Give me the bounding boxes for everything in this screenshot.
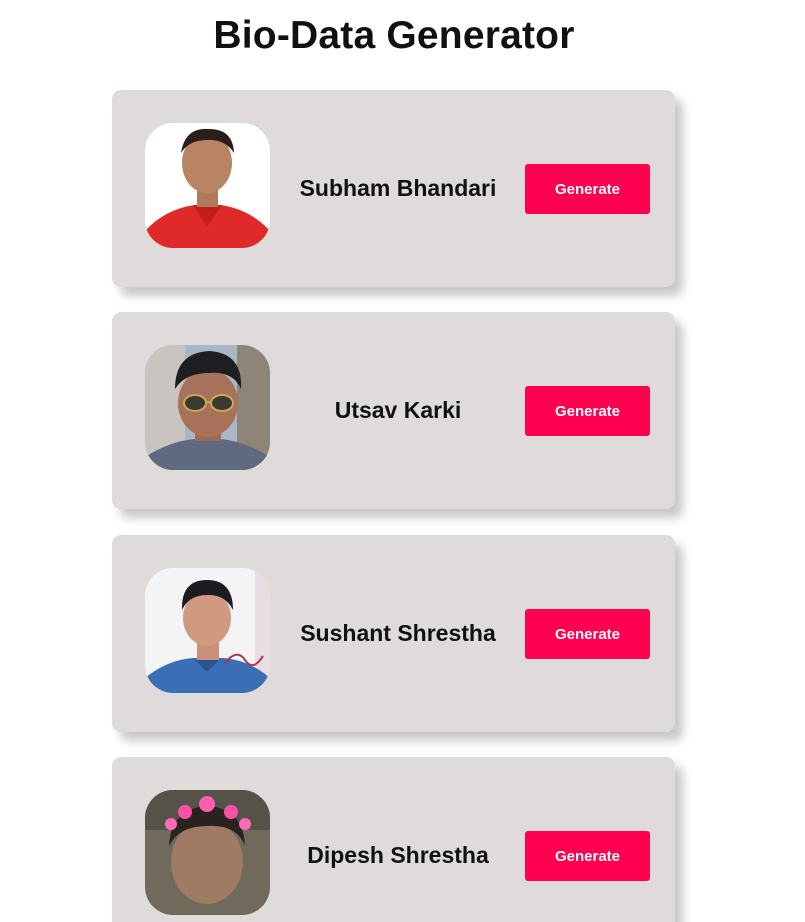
profile-photo xyxy=(145,123,270,248)
profile-name: Utsav Karki xyxy=(334,397,462,423)
profile-card: Dipesh Shrestha Generate xyxy=(112,757,675,922)
page: Bio-Data Generator Subham Bhandari Gener… xyxy=(0,0,805,922)
profile-card: Sushant Shrestha Generate xyxy=(112,535,675,732)
generate-button[interactable]: Generate xyxy=(525,831,650,881)
generate-button[interactable]: Generate xyxy=(525,386,650,436)
generate-button[interactable]: Generate xyxy=(525,164,650,214)
profile-card: Subham Bhandari Generate xyxy=(112,90,675,287)
profile-name: Sushant Shrestha xyxy=(300,620,496,646)
profile-photo xyxy=(145,790,270,915)
profile-name: Dipesh Shrestha xyxy=(307,842,489,868)
profile-photo xyxy=(145,568,270,693)
profile-name: Subham Bhandari xyxy=(299,175,497,201)
profile-card: Utsav Karki Generate xyxy=(112,312,675,509)
page-title: Bio-Data Generator xyxy=(213,14,575,57)
profile-photo xyxy=(145,345,270,470)
generate-button[interactable]: Generate xyxy=(525,609,650,659)
